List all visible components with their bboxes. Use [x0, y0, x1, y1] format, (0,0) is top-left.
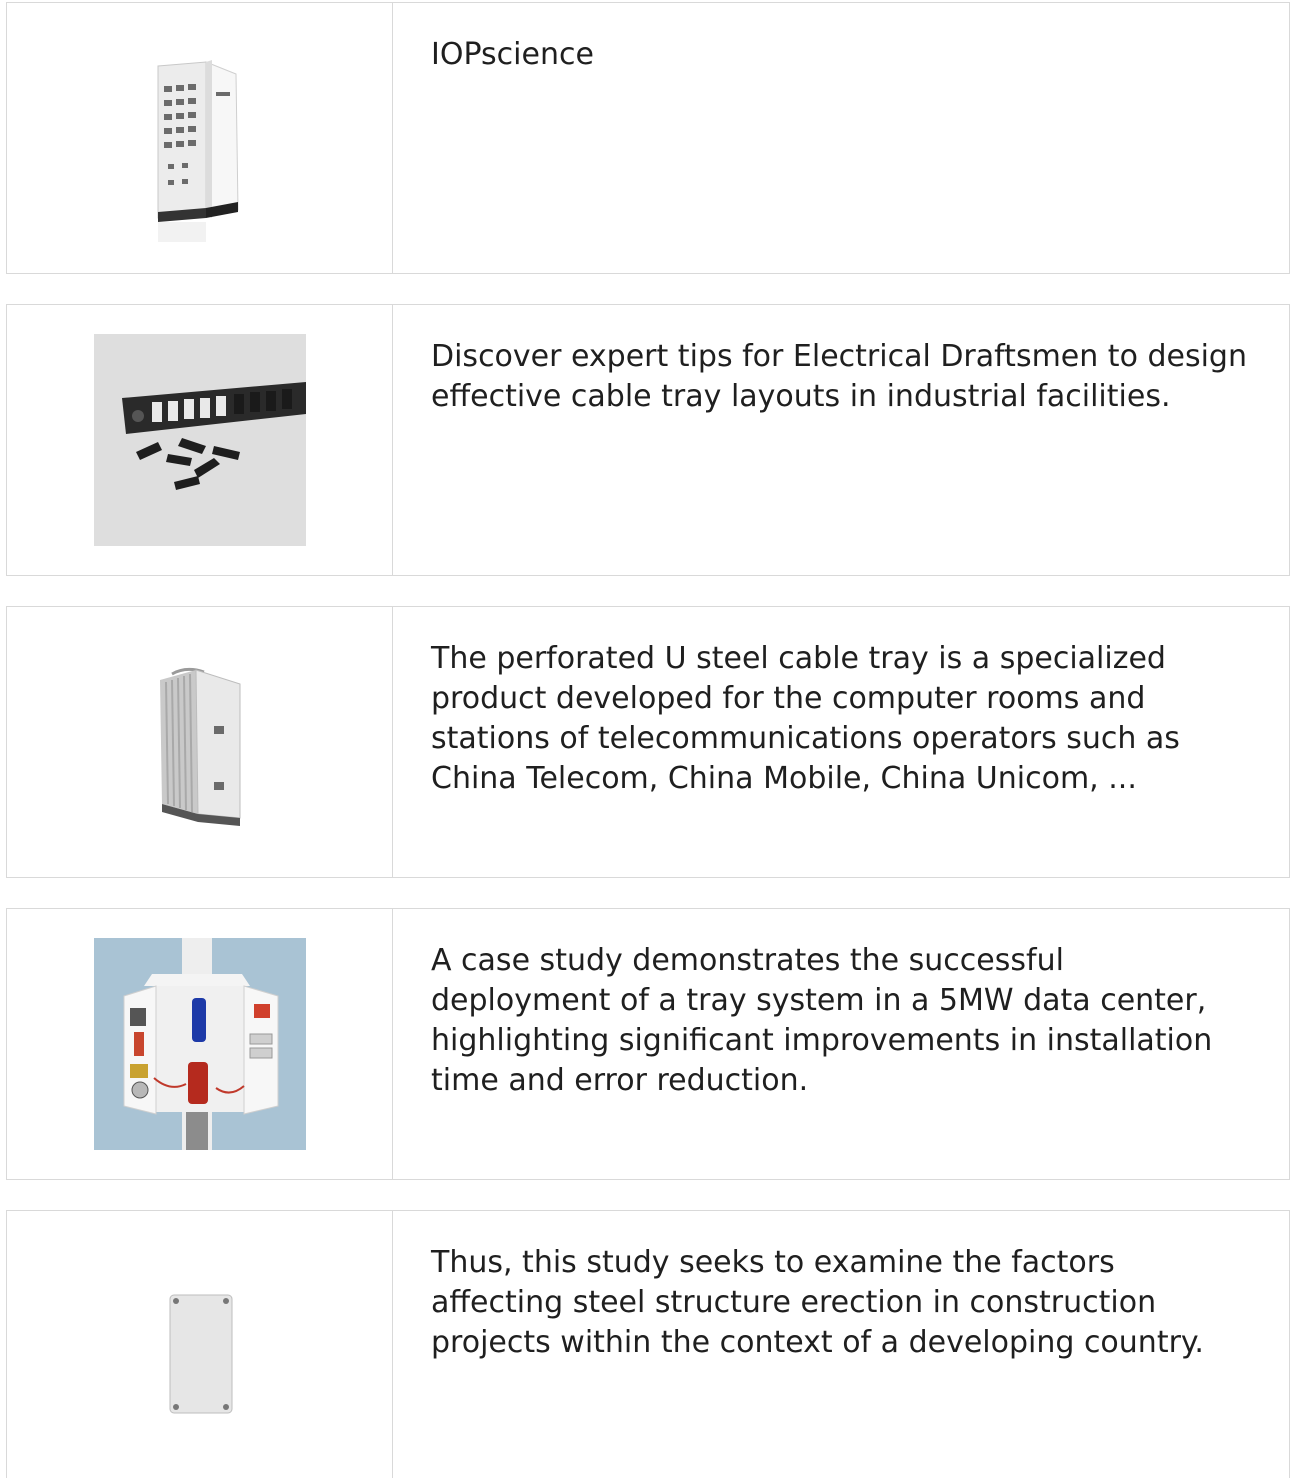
outdoor-telecom-cabinet-image[interactable] — [93, 636, 306, 848]
description-cell: IOPscience — [393, 3, 1289, 273]
thumbnail-cell — [7, 1211, 393, 1478]
description-cell: Thus, this study seeks to examine the fa… — [393, 1211, 1289, 1478]
result-description[interactable]: IOPscience — [431, 35, 1249, 75]
description-cell: The perforated U steel cable tray is a s… — [393, 607, 1289, 877]
result-card[interactable]: A case study demonstrates the successful… — [6, 908, 1290, 1180]
result-description[interactable]: Discover expert tips for Electrical Draf… — [431, 337, 1249, 417]
grey-junction-box-image[interactable] — [93, 1238, 306, 1451]
thumbnail-cell — [7, 3, 393, 273]
result-description[interactable]: A case study demonstrates the successful… — [431, 941, 1249, 1101]
result-card[interactable]: Thus, this study seeks to examine the fa… — [6, 1210, 1290, 1478]
result-list: IOPscience Discover expert tips for Elec… — [6, 2, 1292, 1478]
result-card[interactable]: IOPscience — [6, 2, 1290, 274]
thumbnail-cell — [7, 607, 393, 877]
result-card[interactable]: The perforated U steel cable tray is a s… — [6, 606, 1290, 878]
white-electrical-cabinet-image[interactable] — [93, 32, 306, 244]
thumbnail-cell — [7, 909, 393, 1179]
pole-mounted-electrical-box-image[interactable] — [93, 938, 306, 1150]
result-description[interactable]: Thus, this study seeks to examine the fa… — [431, 1243, 1249, 1363]
description-cell: Discover expert tips for Electrical Draf… — [393, 305, 1289, 575]
thumbnail-cell — [7, 305, 393, 575]
black-cable-tray-panel-image[interactable] — [93, 334, 306, 546]
description-cell: A case study demonstrates the successful… — [393, 909, 1289, 1179]
result-description[interactable]: The perforated U steel cable tray is a s… — [431, 639, 1249, 799]
result-card[interactable]: Discover expert tips for Electrical Draf… — [6, 304, 1290, 576]
